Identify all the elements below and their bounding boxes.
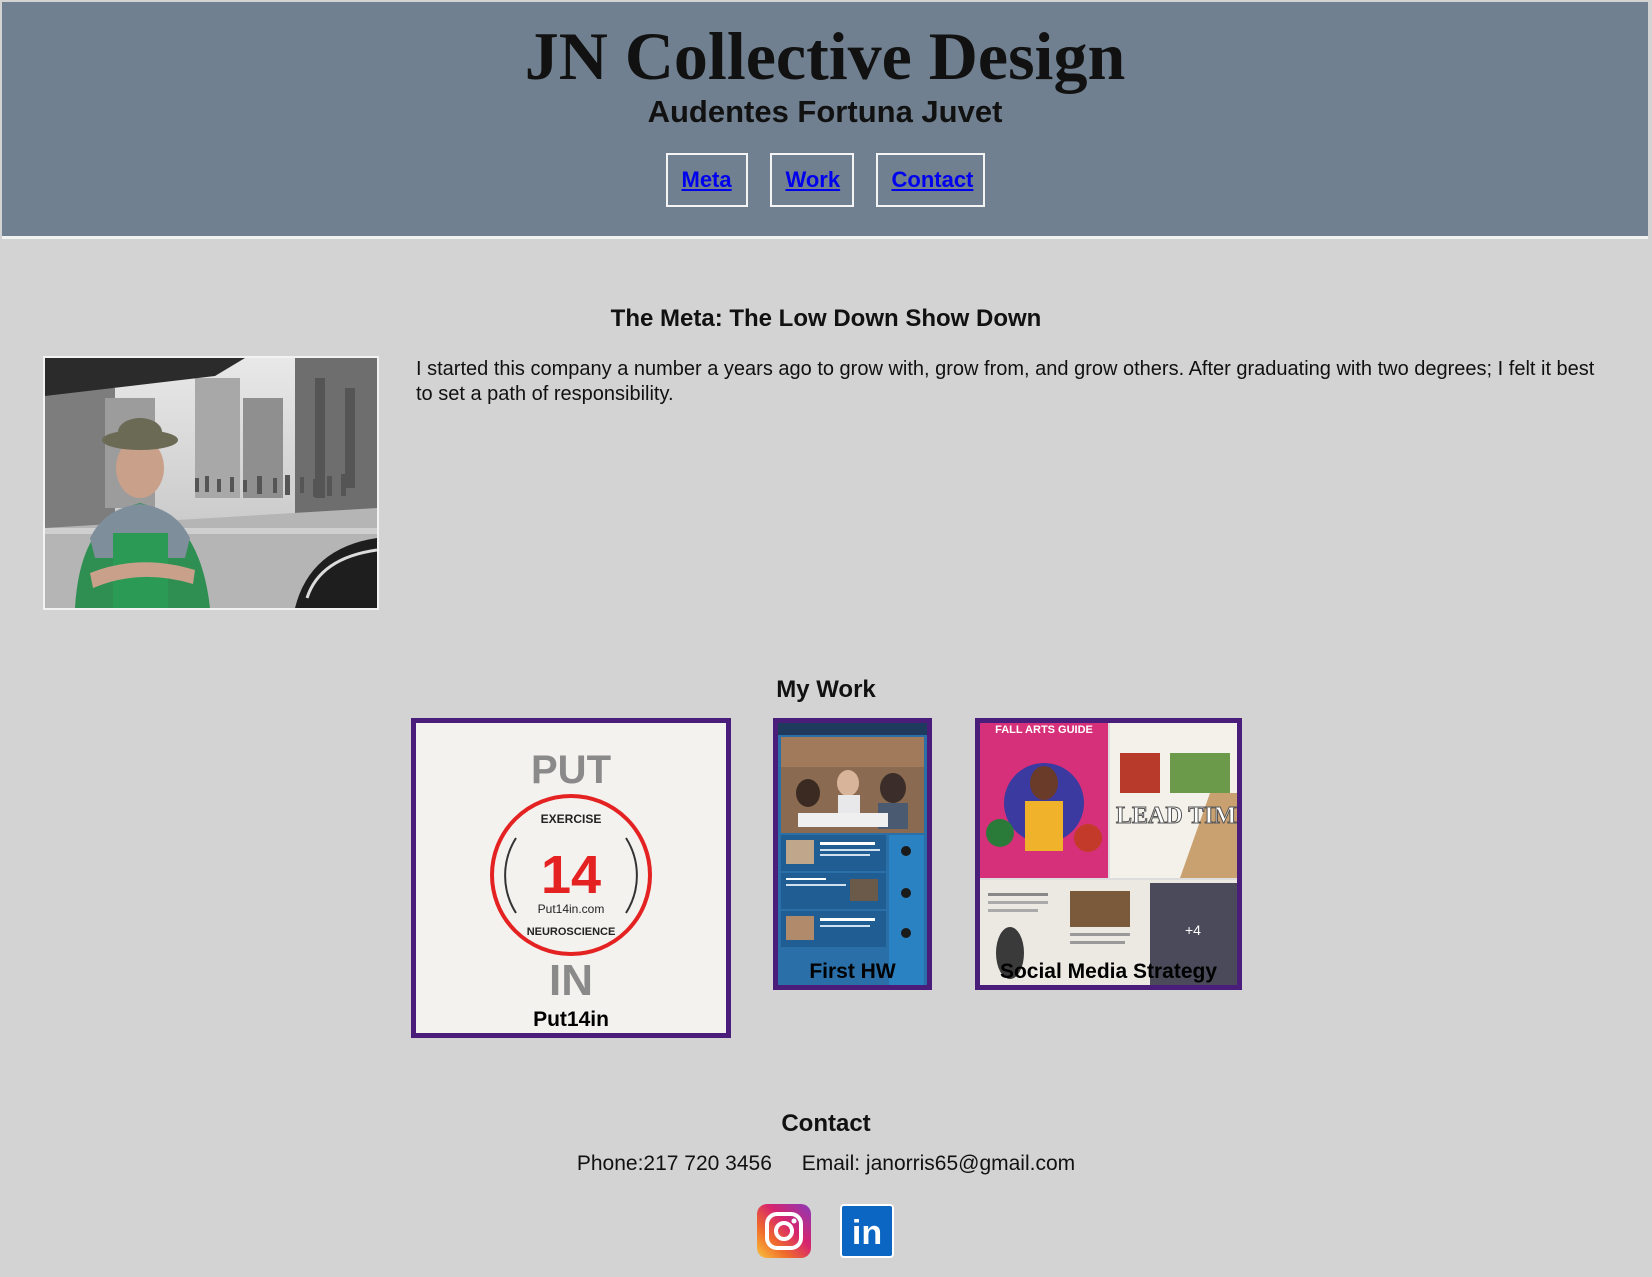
contact-heading: Contact (781, 1110, 871, 1137)
page: JN Collective Design Audentes Fortuna Ju… (0, 0, 1652, 1277)
nav-link-work[interactable]: Work (769, 153, 854, 207)
put14in-logo: PUT EXERCISE 14 Put14in.com NEUROSCIENCE… (490, 748, 652, 1005)
logo-bottom-text: IN (549, 956, 593, 1005)
work-card-put14in[interactable]: PUT EXERCISE 14 Put14in.com NEUROSCIENCE… (411, 718, 731, 1038)
collage-more: +4 (1185, 922, 1201, 938)
work-label-social-media-strategy: Social Media Strategy (999, 960, 1218, 983)
site-header: JN Collective Design Audentes Fortuna Ju… (2, 2, 1648, 239)
contact-line: Phone:217 720 3456 Email: janorris65@gma… (0, 1152, 1652, 1176)
logo-top-text: PUT (531, 748, 611, 792)
meta-heading: The Meta: The Low Down Show Down (610, 305, 1042, 332)
linkedin-link[interactable]: in (840, 1204, 894, 1258)
instagram-icon (765, 1212, 803, 1250)
work-label-first-hw: First HW (809, 960, 896, 983)
linkedin-icon: in (852, 1214, 882, 1252)
nav-link-meta[interactable]: Meta (665, 153, 748, 207)
work-card-social-media-strategy[interactable]: FALL ARTS GUIDE LEAD TIME +4 Social Med (975, 718, 1242, 990)
contact-email: Email: janorris65@gmail.com (801, 1152, 1076, 1175)
logo-arc-bottom: NEUROSCIENCE (527, 926, 616, 938)
profile-photo-image (45, 358, 377, 608)
social-media-strategy-collage: FALL ARTS GUIDE LEAD TIME +4 (980, 723, 1237, 985)
collage-lead: LEAD TIME (1116, 803, 1237, 829)
collage-headline: FALL ARTS GUIDE (995, 724, 1093, 736)
profile-photo (43, 356, 379, 610)
meta-paragraph: I started this company a number a years … (416, 358, 1595, 405)
logo-url: Put14in.com (538, 902, 605, 916)
work-card-first-hw[interactable]: First HW (773, 718, 932, 990)
nav-link-contact[interactable]: Contact (875, 153, 985, 207)
work-heading: My Work (776, 676, 876, 703)
contact-phone: Phone:217 720 3456 (576, 1152, 772, 1175)
logo-number: 14 (541, 845, 601, 905)
instagram-link[interactable] (757, 1204, 811, 1258)
svg-text:in: in (852, 1214, 882, 1252)
logo-arc-top: EXERCISE (541, 812, 602, 826)
site-title: JN Collective Design (524, 18, 1126, 94)
first-hw-thumbnail (778, 723, 927, 985)
site-motto: Audentes Fortuna Juvet (647, 94, 1003, 129)
main-nav: Meta Work Contact (2, 153, 1648, 207)
work-label-put14in: Put14in (533, 1008, 609, 1031)
